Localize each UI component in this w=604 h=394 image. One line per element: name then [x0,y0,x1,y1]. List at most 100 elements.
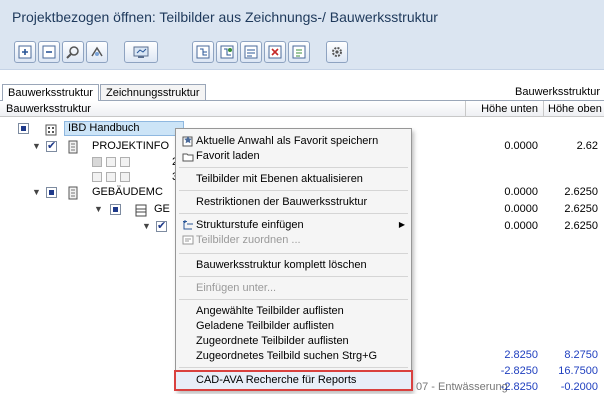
insert-level-icon [183,220,193,230]
height-upper: 8.2750 [564,349,598,361]
menu-item-load-favorite[interactable]: Favorit laden [176,148,411,165]
menu-item-update-layers[interactable]: Teilbilder mit Ebenen aktualisieren [176,171,411,188]
menu-separator [179,190,408,191]
menu-item-label: Restriktionen der Bauwerksstruktur [196,196,368,208]
expand-arrow-icon[interactable]: ▼ [32,187,41,197]
column-header: Bauwerksstruktur Höhe unten Höhe oben [0,100,604,117]
tree-item-label[interactable]: PROJEKTINFO [92,140,169,152]
structure-delete-button[interactable] [264,41,286,63]
tree-checkbox[interactable] [120,157,130,167]
settings-button[interactable] [326,41,348,63]
menu-item-label: Einfügen unter... [196,282,277,294]
structure-delete-icon [268,45,282,59]
tab-zeichnungsstruktur[interactable]: Zeichnungsstruktur [100,84,206,101]
height-upper: 16.7500 [558,365,598,377]
menu-separator [179,367,408,368]
settings-icon [332,47,342,57]
menu-item-delete-structure[interactable]: Bauwerksstruktur komplett löschen [176,257,411,274]
menu-item-label: Teilbilder zuordnen ... [196,234,301,246]
view-button[interactable] [124,41,158,63]
menu-separator [179,167,408,168]
structure-properties-button[interactable] [288,41,310,63]
menu-item-label: Angewählte Teilbilder auflisten [196,305,344,317]
height-lower: -2.8250 [500,365,538,377]
menu-item-restrictions[interactable]: Restriktionen der Bauwerksstruktur [176,194,411,211]
height-upper: 2.6250 [564,186,598,198]
expand-tree-icon [18,45,32,59]
collapse-tree-button[interactable] [38,41,60,63]
menu-item-label: Teilbilder mit Ebenen aktualisieren [196,173,363,185]
column-upper[interactable]: Höhe oben [548,102,602,117]
height-lower: 0.0000 [504,140,538,152]
filter-button[interactable] [86,41,108,63]
structure-edit-icon [220,45,234,59]
filter-icon [91,46,103,57]
structure-edit-button[interactable] [216,41,238,63]
tree-checkbox[interactable] [106,172,116,182]
structure-add-button[interactable] [192,41,214,63]
assign-drawings-icon [182,235,194,245]
save-favorite-icon [182,136,193,147]
tree-checkbox[interactable] [46,187,57,198]
structure-move-button[interactable] [240,41,262,63]
structure-move-icon [244,45,258,59]
tree-checkbox[interactable] [110,204,121,215]
height-upper: 2.6250 [564,203,598,215]
menu-item-insert-under[interactable]: Einfügen unter... [176,280,411,297]
height-lower: 0.0000 [504,220,538,232]
title-bar: Projektbezogen öffnen: Teilbilder aus Ze… [0,0,604,34]
height-lower: 0.0000 [504,203,538,215]
height-upper: 2.6250 [564,220,598,232]
height-upper: -0.2000 [560,381,598,393]
tree-checkbox[interactable] [106,157,116,167]
menu-item-assign-drawings[interactable]: Teilbilder zuordnen ... [176,232,411,249]
menu-separator [179,276,408,277]
context-menu: Aktuelle Anwahl als Favorit speichern Fa… [174,128,413,391]
menu-item-label: Aktuelle Anwahl als Favorit speichern [196,135,379,147]
tree-checkbox[interactable] [18,123,29,134]
folder-icon [68,186,78,200]
tree-item-root[interactable]: IBD Handbuch [64,121,184,136]
collapse-tree-icon [42,45,56,59]
tree-item-label[interactable]: GEBÄUDEMC [92,186,163,198]
menu-item-label: Zugeordnetes Teilbild suchen Strg+G [196,350,378,362]
folder-icon [68,140,78,154]
expand-arrow-icon[interactable]: ▼ [32,141,41,151]
height-lower: 0.0000 [504,186,538,198]
column-name[interactable]: Bauwerksstruktur [6,102,91,117]
menu-item-cad-ava-reports[interactable]: CAD-AVA Recherche für Reports [174,370,413,391]
storey-icon [135,204,147,217]
expand-tree-button[interactable] [14,41,36,63]
menu-item-label: Geladene Teilbilder auflisten [196,320,334,332]
submenu-arrow-icon: ▶ [398,220,405,229]
height-lower: 2.8250 [504,349,538,361]
menu-item-label: Zugeordnete Teilbilder auflisten [196,335,349,347]
load-favorite-icon [182,153,194,162]
menu-item-label: Strukturstufe einfügen [196,219,304,231]
tab-strip: Bauwerksstruktur Zeichnungsstruktur Bauw… [0,84,604,101]
expand-arrow-icon[interactable]: ▼ [94,204,103,214]
tree-checkbox[interactable] [120,172,130,182]
menu-item-label: Favorit laden [196,150,260,162]
tab-bauwerksstruktur[interactable]: Bauwerksstruktur [2,84,99,101]
menu-item-label: Bauwerksstruktur komplett löschen [196,259,367,271]
menu-separator [179,299,408,300]
tree-checkbox[interactable] [46,139,57,152]
column-lower[interactable]: Höhe unten [472,102,538,117]
expand-arrow-icon[interactable]: ▼ [142,221,151,231]
tree-checkbox[interactable] [156,219,167,232]
drawing-file-icon [92,157,102,167]
menu-item-find-assigned[interactable]: Zugeordnetes Teilbild suchen Strg+G [176,348,411,365]
height-upper: 2.62 [576,140,598,152]
column-separator[interactable] [465,101,466,117]
column-separator[interactable] [543,101,544,117]
structure-add-icon [196,45,210,59]
toolbar [0,34,604,70]
view-icon [133,46,149,58]
tree-item-label[interactable]: GE [154,203,170,215]
menu-separator [179,253,408,254]
menu-separator [179,213,408,214]
search-button[interactable] [62,41,84,63]
tab-area-label: Bauwerksstruktur [515,86,600,98]
structure-properties-icon [292,45,306,59]
